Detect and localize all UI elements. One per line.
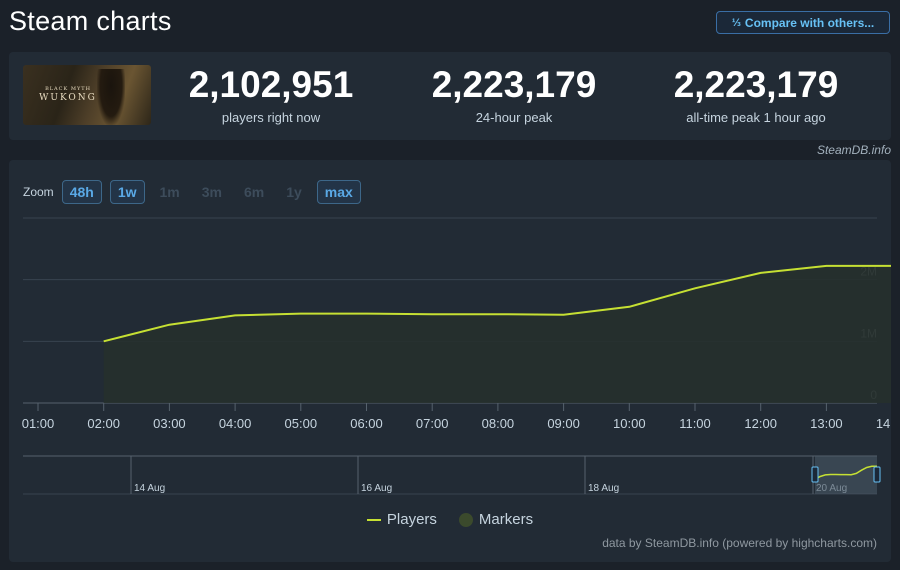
page-title: Steam charts bbox=[9, 6, 172, 36]
legend-label: Players bbox=[386, 511, 437, 528]
x-tick-label: 14:00 bbox=[876, 416, 891, 431]
game-logo-big: WUKONG bbox=[39, 93, 97, 103]
legend-dot-swatch bbox=[458, 512, 473, 527]
navigator-label: 18 Aug bbox=[588, 483, 619, 494]
x-tick-label: 03:00 bbox=[153, 416, 186, 431]
legend-item-players[interactable]: Players bbox=[366, 511, 437, 528]
navigator-label: 14 Aug bbox=[134, 483, 165, 494]
navigator-handle bbox=[811, 466, 819, 483]
game-thumbnail[interactable]: BLACK MYTH WUKONG bbox=[23, 65, 151, 125]
game-logo-small: BLACK MYTH bbox=[45, 86, 91, 92]
x-tick-label: 13:00 bbox=[810, 416, 843, 431]
x-tick-label: 08:00 bbox=[482, 416, 515, 431]
x-tick-label: 01:00 bbox=[22, 416, 55, 431]
game-logo: BLACK MYTH WUKONG bbox=[33, 87, 103, 103]
legend-label: Markers bbox=[478, 511, 534, 528]
legend-item-markers[interactable]: Markers bbox=[458, 511, 534, 528]
navigator-label: 16 Aug bbox=[361, 483, 392, 494]
compare-button[interactable]: ⅓ Compare with others... bbox=[716, 11, 890, 34]
x-tick-label: 11:00 bbox=[679, 416, 711, 431]
stats-panel: BLACK MYTH WUKONG 2,102,951 players righ… bbox=[9, 52, 891, 140]
x-tick-label: 09:00 bbox=[547, 416, 580, 431]
legend: Players Markers bbox=[9, 511, 891, 528]
stat-label: players right now bbox=[221, 110, 321, 125]
player-chart[interactable]: 01M2M01:0002:0003:0004:0005:0006:0007:00… bbox=[9, 160, 891, 562]
x-tick-label: 12:00 bbox=[744, 416, 777, 431]
stat-value: 2,223,179 bbox=[673, 64, 839, 105]
stat-all-time-peak: 2,223,179 all-time peak 1 hour ago bbox=[631, 64, 881, 125]
stat-value: 2,102,951 bbox=[188, 64, 354, 105]
stat-value: 2,223,179 bbox=[431, 64, 597, 105]
compare-button-label: Compare with others... bbox=[744, 15, 875, 30]
legend-line-swatch bbox=[366, 518, 381, 521]
chart-panel: Zoom 48h 1w 1m 3m 6m 1y max 01M2M01:0002… bbox=[9, 160, 891, 562]
navigator-handle bbox=[873, 466, 881, 483]
fraction-icon: ⅓ bbox=[731, 16, 741, 29]
stat-24h-peak: 2,223,179 24-hour peak bbox=[389, 64, 639, 125]
x-tick-label: 06:00 bbox=[350, 416, 383, 431]
steamdb-credit[interactable]: SteamDB.info bbox=[817, 143, 891, 157]
highcharts-credit[interactable]: data by SteamDB.info (powered by highcha… bbox=[602, 536, 877, 550]
stat-label: all-time peak 1 hour ago bbox=[686, 110, 826, 125]
x-tick-label: 02:00 bbox=[87, 416, 120, 431]
stat-players-now: 2,102,951 players right now bbox=[146, 64, 396, 125]
x-tick-label: 07:00 bbox=[416, 416, 449, 431]
x-tick-label: 10:00 bbox=[613, 416, 646, 431]
series-area-players bbox=[103, 265, 891, 403]
stat-label: 24-hour peak bbox=[475, 110, 553, 125]
x-tick-label: 04:00 bbox=[219, 416, 252, 431]
x-tick-label: 05:00 bbox=[285, 416, 318, 431]
